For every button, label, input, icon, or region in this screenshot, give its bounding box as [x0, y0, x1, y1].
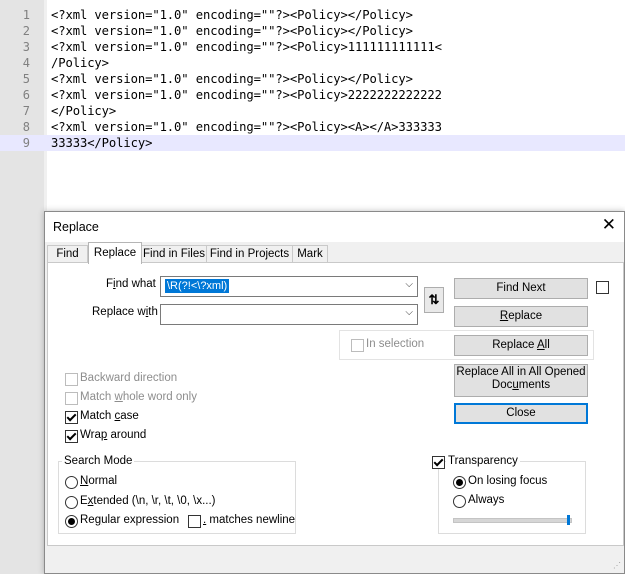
- editor-line-current[interactable]: 9 33333</Policy>: [0, 135, 625, 151]
- line-text: <?xml version="1.0" encoding=""?><Policy…: [51, 24, 413, 38]
- wrap-around-label: Wrap around: [80, 429, 147, 441]
- replace-with-label: Replace with :: [92, 306, 165, 318]
- tab-replace[interactable]: Replace: [88, 242, 142, 264]
- backward-direction-label: Backward direction: [80, 372, 178, 384]
- replace-with-combo[interactable]: ⌵: [160, 304, 418, 325]
- close-button[interactable]: Close: [454, 403, 588, 424]
- editor-line[interactable]: 3 <?xml version="1.0" encoding=""?><Poli…: [0, 39, 625, 55]
- replace-button[interactable]: Replace: [454, 306, 588, 327]
- editor-line[interactable]: 7 </Policy>: [0, 103, 625, 119]
- transparency-slider-thumb[interactable]: [567, 515, 570, 525]
- line-number: 4: [22, 56, 30, 70]
- extended-label: Extended (\n, \r, \t, \0, \x...): [80, 495, 216, 507]
- line-number: 1: [22, 8, 30, 22]
- tab-label: Find in Files: [143, 248, 205, 260]
- dot-matches-newline-label: . matches newline: [203, 514, 296, 526]
- transparency-checkbox[interactable]: [432, 456, 445, 469]
- tab-find[interactable]: Find: [47, 245, 88, 263]
- line-text: /Policy>: [51, 56, 109, 70]
- find-what-combo[interactable]: \R(?!<\?xml) ⌵: [160, 276, 418, 297]
- tab-label: Find: [56, 248, 79, 260]
- line-text: <?xml version="1.0" encoding=""?><Policy…: [51, 72, 413, 86]
- line-text: <?xml version="1.0" encoding=""?><Policy…: [51, 8, 413, 22]
- tab-find-in-files[interactable]: Find in Files: [141, 245, 207, 263]
- replace-dialog: Replace ✕ Find Replace Find in Files Fin…: [44, 211, 625, 574]
- always-label: Always: [468, 494, 505, 506]
- line-number: 9: [22, 136, 30, 150]
- dialog-statusbar: ⋰: [45, 546, 624, 573]
- editor-line[interactable]: 2 <?xml version="1.0" encoding=""?><Poli…: [0, 23, 625, 39]
- in-selection-label: In selection: [366, 338, 425, 350]
- replace-tab-panel: Find what : \R(?!<\?xml) ⌵ Replace with …: [47, 262, 624, 546]
- line-number: 3: [22, 40, 30, 54]
- swap-find-replace-button[interactable]: ⇅: [424, 287, 444, 313]
- dot-matches-newline-checkbox[interactable]: [188, 515, 201, 528]
- tab-label: Mark: [297, 248, 323, 260]
- match-whole-word-checkbox[interactable]: [65, 392, 78, 405]
- on-losing-focus-radio[interactable]: [453, 476, 466, 489]
- editor-line[interactable]: 8 <?xml version="1.0" encoding=""?><Poli…: [0, 119, 625, 135]
- always-radio[interactable]: [453, 495, 466, 508]
- line-text: <?xml version="1.0" encoding=""?><Policy…: [51, 120, 442, 134]
- line-text: <?xml version="1.0" encoding=""?><Policy…: [51, 40, 442, 54]
- transparency-slider-track[interactable]: [453, 518, 572, 523]
- editor-line[interactable]: 5 <?xml version="1.0" encoding=""?><Poli…: [0, 71, 625, 87]
- chevron-down-icon[interactable]: ⌵: [405, 307, 413, 318]
- line-text: <?xml version="1.0" encoding=""?><Policy…: [51, 88, 442, 102]
- regular-expression-radio[interactable]: [65, 515, 78, 528]
- tab-label: Find in Projects: [209, 248, 290, 260]
- line-number: 2: [22, 24, 30, 38]
- find-what-value[interactable]: \R(?!<\?xml): [165, 279, 230, 293]
- replace-all-in-opened-documents-button[interactable]: Replace All in All Opened Documents: [454, 364, 588, 397]
- find-what-label: Find what :: [106, 278, 163, 290]
- match-whole-word-label: Match whole word only: [80, 391, 197, 403]
- on-losing-focus-label: On losing focus: [468, 475, 548, 487]
- editor-line[interactable]: 1 <?xml version="1.0" encoding=""?><Poli…: [0, 7, 625, 23]
- tab-label: Replace: [93, 247, 137, 259]
- editor-line[interactable]: 4 /Policy>: [0, 55, 625, 71]
- find-next-extra-checkbox[interactable]: [596, 281, 609, 294]
- transparency-label: Transparency: [446, 455, 520, 467]
- normal-label: Normal: [80, 475, 118, 487]
- line-text: </Policy>: [51, 104, 117, 118]
- line-number: 8: [22, 120, 30, 134]
- dialog-titlebar[interactable]: Replace ✕: [45, 212, 624, 242]
- extended-radio[interactable]: [65, 496, 78, 509]
- resize-grip-icon[interactable]: ⋰: [613, 562, 621, 570]
- close-icon[interactable]: ✕: [602, 215, 616, 235]
- line-number: 5: [22, 72, 30, 86]
- tab-find-in-projects[interactable]: Find in Projects: [206, 245, 293, 263]
- find-next-button[interactable]: Find Next: [454, 278, 588, 299]
- match-case-checkbox[interactable]: [65, 411, 78, 424]
- line-number: 7: [22, 104, 30, 118]
- search-mode-title: Search Mode: [62, 455, 135, 467]
- dialog-title: Replace: [53, 220, 99, 234]
- swap-icon: ⇅: [428, 292, 440, 307]
- match-case-label: Match case: [80, 410, 139, 422]
- editor-line[interactable]: 6 <?xml version="1.0" encoding=""?><Poli…: [0, 87, 625, 103]
- replace-all-button[interactable]: Replace All: [454, 335, 588, 356]
- chevron-down-icon[interactable]: ⌵: [405, 279, 413, 290]
- tab-mark[interactable]: Mark: [292, 245, 328, 263]
- regular-expression-label: Regular expression: [80, 514, 180, 526]
- wrap-around-checkbox[interactable]: [65, 430, 78, 443]
- line-text: 33333</Policy>: [51, 136, 153, 150]
- line-number: 6: [22, 88, 30, 102]
- normal-radio[interactable]: [65, 476, 78, 489]
- in-selection-checkbox[interactable]: [351, 339, 364, 352]
- backward-direction-checkbox[interactable]: [65, 373, 78, 386]
